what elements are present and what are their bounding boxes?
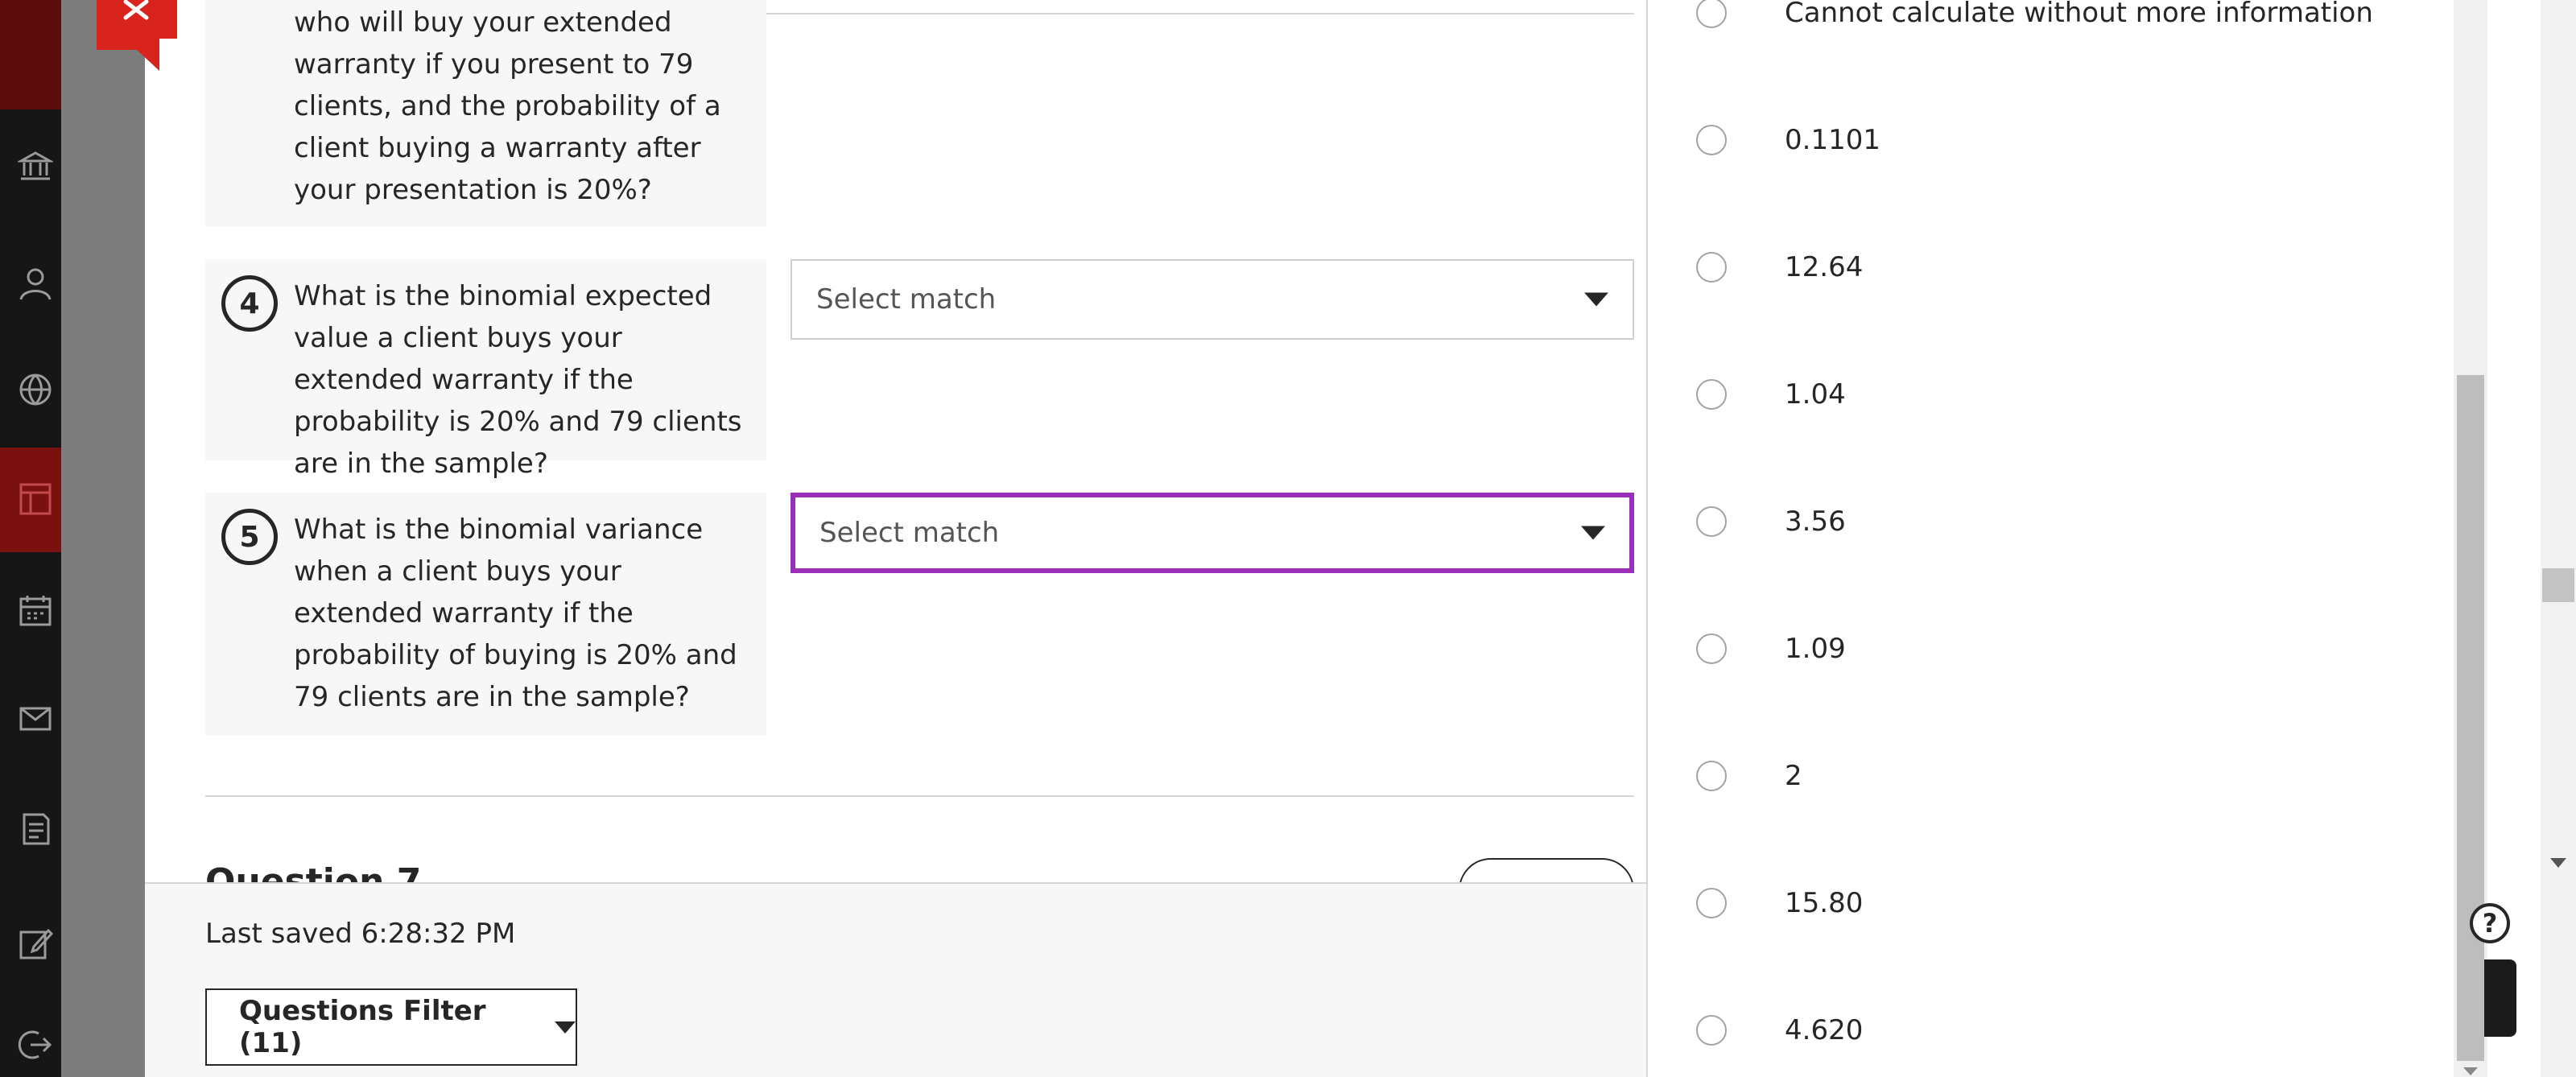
help-icon[interactable]: ? (2470, 903, 2510, 943)
divider (205, 795, 1634, 797)
option-item[interactable]: 3.56 (1696, 497, 1846, 546)
question-card: who will buy your extended warranty if y… (205, 0, 766, 227)
scroll-down-arrow-icon[interactable] (2463, 1067, 2478, 1075)
option-label: 1.04 (1785, 378, 1846, 411)
caret-down-icon (555, 1021, 576, 1034)
option-item[interactable]: 0.1101 (1696, 116, 1880, 164)
radio-button[interactable] (1696, 0, 1727, 28)
radio-button[interactable] (1696, 379, 1727, 410)
questions-filter-label: Questions Filter (11) (239, 995, 486, 1059)
assessment-footer: Last saved 6:28:32 PM Questions Filter (… (145, 882, 1646, 1077)
option-item[interactable]: 1.04 (1696, 370, 1846, 419)
option-item[interactable]: 15.80 (1696, 879, 1863, 927)
question-number: 4 (221, 275, 278, 332)
option-label: Cannot calculate without more informatio… (1785, 0, 2373, 29)
globe-icon[interactable] (18, 372, 53, 407)
options-scrollbar-thumb[interactable] (2457, 375, 2484, 1061)
profile-icon[interactable] (18, 266, 53, 301)
option-item[interactable]: 12.64 (1696, 243, 1863, 291)
option-item[interactable]: 4.620 (1696, 1006, 1863, 1054)
question-card: 5 What is the binomial variance when a c… (205, 493, 766, 736)
option-item[interactable]: Cannot calculate without more informatio… (1696, 0, 2373, 37)
messages-icon[interactable] (18, 700, 53, 736)
radio-button[interactable] (1696, 761, 1727, 791)
edit-icon[interactable] (18, 926, 54, 961)
page-scrollbar-thumb[interactable] (2542, 568, 2574, 602)
option-label: 1.09 (1785, 633, 1846, 665)
question-number: 5 (221, 509, 278, 565)
radio-button[interactable] (1696, 506, 1727, 537)
option-label: 12.64 (1785, 251, 1864, 283)
caret-down-icon (1584, 292, 1608, 307)
radio-button[interactable] (1696, 888, 1727, 918)
question-text: What is the binomial expected value a cl… (294, 280, 742, 480)
select-match-dropdown[interactable]: Select match (791, 259, 1634, 340)
question-text: What is the binomial variance when a cli… (294, 514, 737, 713)
scroll-down-arrow-icon[interactable] (2550, 858, 2566, 868)
questions-filter-button[interactable]: Questions Filter (11) (205, 988, 577, 1066)
radio-button[interactable] (1696, 252, 1727, 283)
nav-header (0, 0, 61, 109)
select-match-label: Select match (819, 517, 1000, 549)
institution-icon[interactable] (16, 148, 55, 184)
option-item[interactable]: 1.09 (1696, 625, 1846, 673)
match-options-list: Cannot calculate without more informatio… (1646, 0, 2454, 1077)
grades-icon[interactable] (18, 811, 53, 847)
option-label: 15.80 (1785, 887, 1864, 919)
option-label: 4.620 (1785, 1014, 1864, 1046)
option-label: 2 (1785, 760, 1802, 792)
help-tab-button[interactable] (2484, 959, 2516, 1037)
radio-button[interactable] (1696, 1015, 1727, 1046)
option-label: 0.1101 (1785, 124, 1880, 156)
calendar-icon[interactable] (18, 592, 53, 628)
option-label: 3.56 (1785, 505, 1846, 538)
radio-button[interactable] (1696, 125, 1727, 155)
question-text: who will buy your extended warranty if y… (294, 6, 721, 206)
courses-icon[interactable] (18, 481, 53, 517)
question-card: 4 What is the binomial expected value a … (205, 259, 766, 480)
last-saved-status: Last saved 6:28:32 PM (205, 918, 516, 950)
left-navigation (0, 0, 61, 1077)
caret-down-icon (1581, 526, 1605, 540)
sign-out-icon[interactable] (18, 1027, 53, 1063)
select-match-label: Select match (816, 283, 997, 316)
modal-backdrop (61, 0, 145, 1077)
radio-button[interactable] (1696, 633, 1727, 664)
option-item[interactable]: 2 (1696, 752, 1802, 800)
page-scrollbar[interactable] (2541, 0, 2576, 1077)
select-match-dropdown-focused[interactable]: Select match (791, 493, 1634, 573)
close-icon[interactable] (97, 0, 177, 71)
